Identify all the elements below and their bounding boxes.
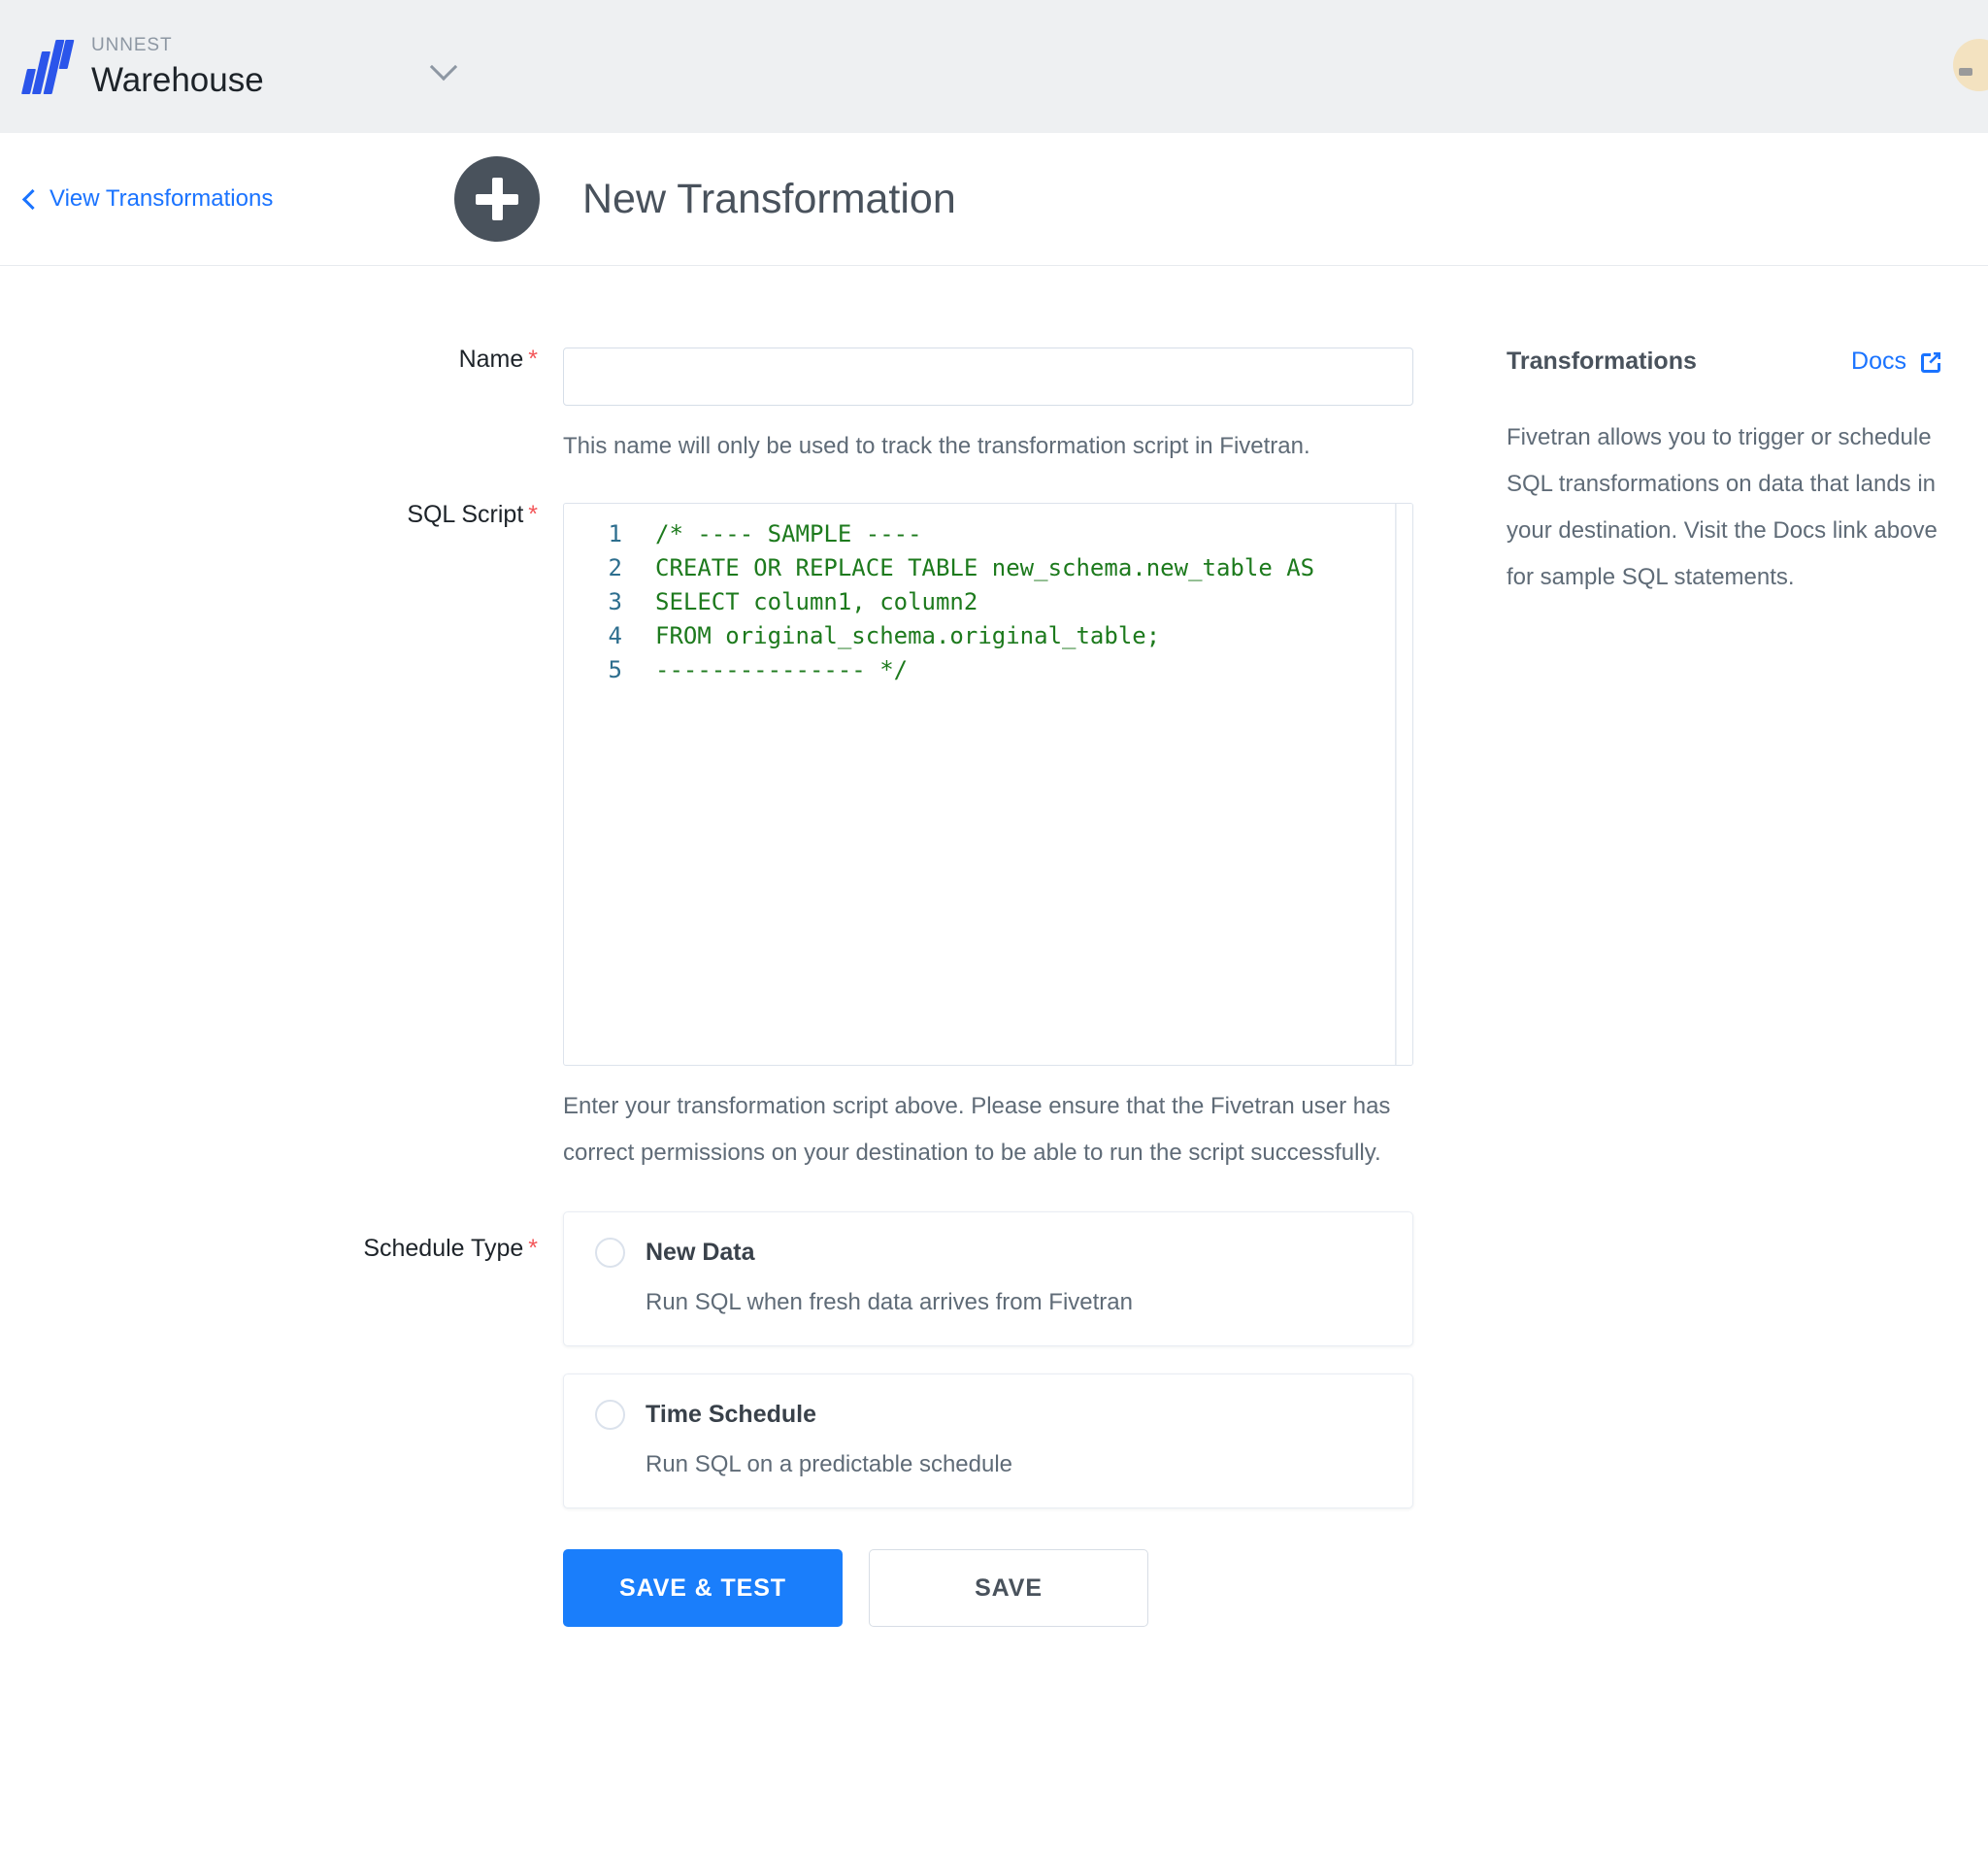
form-actions: SAVE & TEST SAVE: [563, 1549, 1413, 1627]
external-link-icon: [1918, 349, 1943, 375]
name-label: Name *: [0, 348, 563, 372]
schedule-option-time-schedule[interactable]: Time Schedule Run SQL on a predictable s…: [563, 1374, 1413, 1508]
save-and-test-button[interactable]: SAVE & TEST: [563, 1549, 843, 1627]
side-panel-title: Transformations: [1507, 348, 1697, 375]
radio-button-time-schedule[interactable]: [595, 1400, 625, 1430]
schedule-type-label-text: Schedule Type: [363, 1235, 524, 1262]
main-content: Name * This name will only be used to tra…: [0, 266, 1988, 1627]
fivetran-logo-icon: [20, 39, 75, 94]
destination-name: Warehouse: [91, 61, 264, 99]
org-label: UNNEST: [91, 35, 173, 55]
name-label-text: Name: [458, 346, 524, 373]
back-link-label: View Transformations: [50, 185, 274, 212]
schedule-option-title: Time Schedule: [646, 1401, 816, 1428]
info-side-panel: Transformations Docs Fivetran allows you…: [1507, 348, 1943, 601]
sql-script-field-row: SQL Script * 1 2 3 4 5 /* ---- SAMPLE ---…: [0, 503, 1988, 1176]
page-title: New Transformation: [582, 175, 956, 222]
schedule-option-description: Run SQL on a predictable schedule: [646, 1451, 1013, 1477]
sql-script-label: SQL Script *: [0, 503, 563, 527]
app-topbar: UNNEST Warehouse: [0, 0, 1988, 133]
code-editor-scrollbar[interactable]: [1396, 504, 1412, 1065]
user-avatar[interactable]: [1953, 39, 1988, 91]
code-line-numbers: 1 2 3 4 5: [608, 520, 622, 683]
code-content[interactable]: /* ---- SAMPLE ---- CREATE OR REPLACE TA…: [632, 517, 1412, 687]
sql-script-helper-text: Enter your transformation script above. …: [563, 1093, 1391, 1166]
required-marker: *: [528, 346, 538, 373]
schedule-type-field-row: Schedule Type * New Data Run SQL when fre…: [0, 1211, 1988, 1627]
required-marker: *: [528, 1235, 538, 1262]
side-panel-body: Fivetran allows you to trigger or schedu…: [1507, 424, 1938, 590]
docs-link-label: Docs: [1851, 348, 1906, 375]
sql-code-editor[interactable]: 1 2 3 4 5 /* ---- SAMPLE ---- CREATE OR …: [563, 503, 1413, 1066]
required-marker: *: [528, 501, 538, 528]
view-transformations-link[interactable]: View Transformations: [21, 185, 273, 213]
schedule-option-description: Run SQL when fresh data arrives from Fiv…: [646, 1289, 1133, 1315]
schedule-type-label: Schedule Type *: [0, 1211, 563, 1261]
radio-button-new-data[interactable]: [595, 1238, 625, 1268]
schedule-option-new-data[interactable]: New Data Run SQL when fresh data arrives…: [563, 1211, 1413, 1346]
docs-link[interactable]: Docs: [1851, 348, 1943, 376]
chevron-left-icon: [21, 191, 37, 207]
chevron-down-icon[interactable]: [431, 53, 458, 81]
name-helper-text: This name will only be used to track the…: [563, 433, 1310, 459]
sql-script-label-text: SQL Script: [407, 501, 524, 528]
page-header: View Transformations New Transformation: [0, 133, 1988, 266]
name-input[interactable]: [563, 348, 1413, 406]
schedule-option-title: New Data: [646, 1239, 755, 1266]
plus-icon: [454, 156, 540, 242]
destination-selector[interactable]: UNNEST Warehouse: [91, 36, 264, 97]
save-button[interactable]: SAVE: [869, 1549, 1148, 1627]
